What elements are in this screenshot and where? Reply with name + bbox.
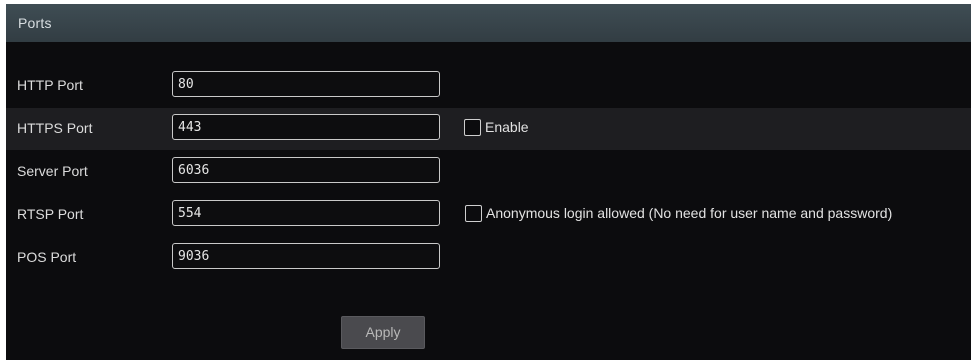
anonymous-login-label: Anonymous login allowed (No need for use…	[486, 205, 893, 221]
https-port-label: HTTPS Port	[17, 120, 93, 136]
anonymous-login-checkbox-box[interactable]	[465, 204, 482, 222]
https-enable-checkbox-box[interactable]	[464, 118, 481, 136]
ports-panel: Ports HTTP Port HTTPS Port Enable Server…	[6, 4, 971, 360]
rtsp-port-label: RTSP Port	[17, 206, 84, 222]
pos-port-input[interactable]	[172, 243, 440, 269]
server-port-label: Server Port	[17, 163, 88, 179]
https-port-row: HTTPS Port Enable	[6, 108, 971, 150]
pos-port-row: POS Port	[6, 237, 971, 279]
http-port-row: HTTP Port	[6, 65, 971, 107]
panel-header: Ports	[6, 4, 971, 42]
https-port-input[interactable]	[172, 114, 440, 140]
server-port-input[interactable]	[172, 157, 440, 183]
pos-port-label: POS Port	[17, 249, 77, 265]
http-port-input[interactable]	[172, 71, 440, 97]
https-enable-label: Enable	[485, 119, 529, 135]
panel-title: Ports	[18, 15, 52, 31]
apply-button[interactable]: Apply	[341, 316, 425, 349]
https-enable-checkbox[interactable]: Enable	[464, 117, 529, 137]
rtsp-port-input[interactable]	[172, 200, 440, 226]
rtsp-port-row: RTSP Port Anonymous login allowed (No ne…	[6, 194, 971, 236]
http-port-label: HTTP Port	[17, 77, 83, 93]
anonymous-login-checkbox[interactable]: Anonymous login allowed (No need for use…	[465, 203, 892, 223]
window: Ports HTTP Port HTTPS Port Enable Server…	[0, 0, 977, 363]
server-port-row: Server Port	[6, 151, 971, 193]
